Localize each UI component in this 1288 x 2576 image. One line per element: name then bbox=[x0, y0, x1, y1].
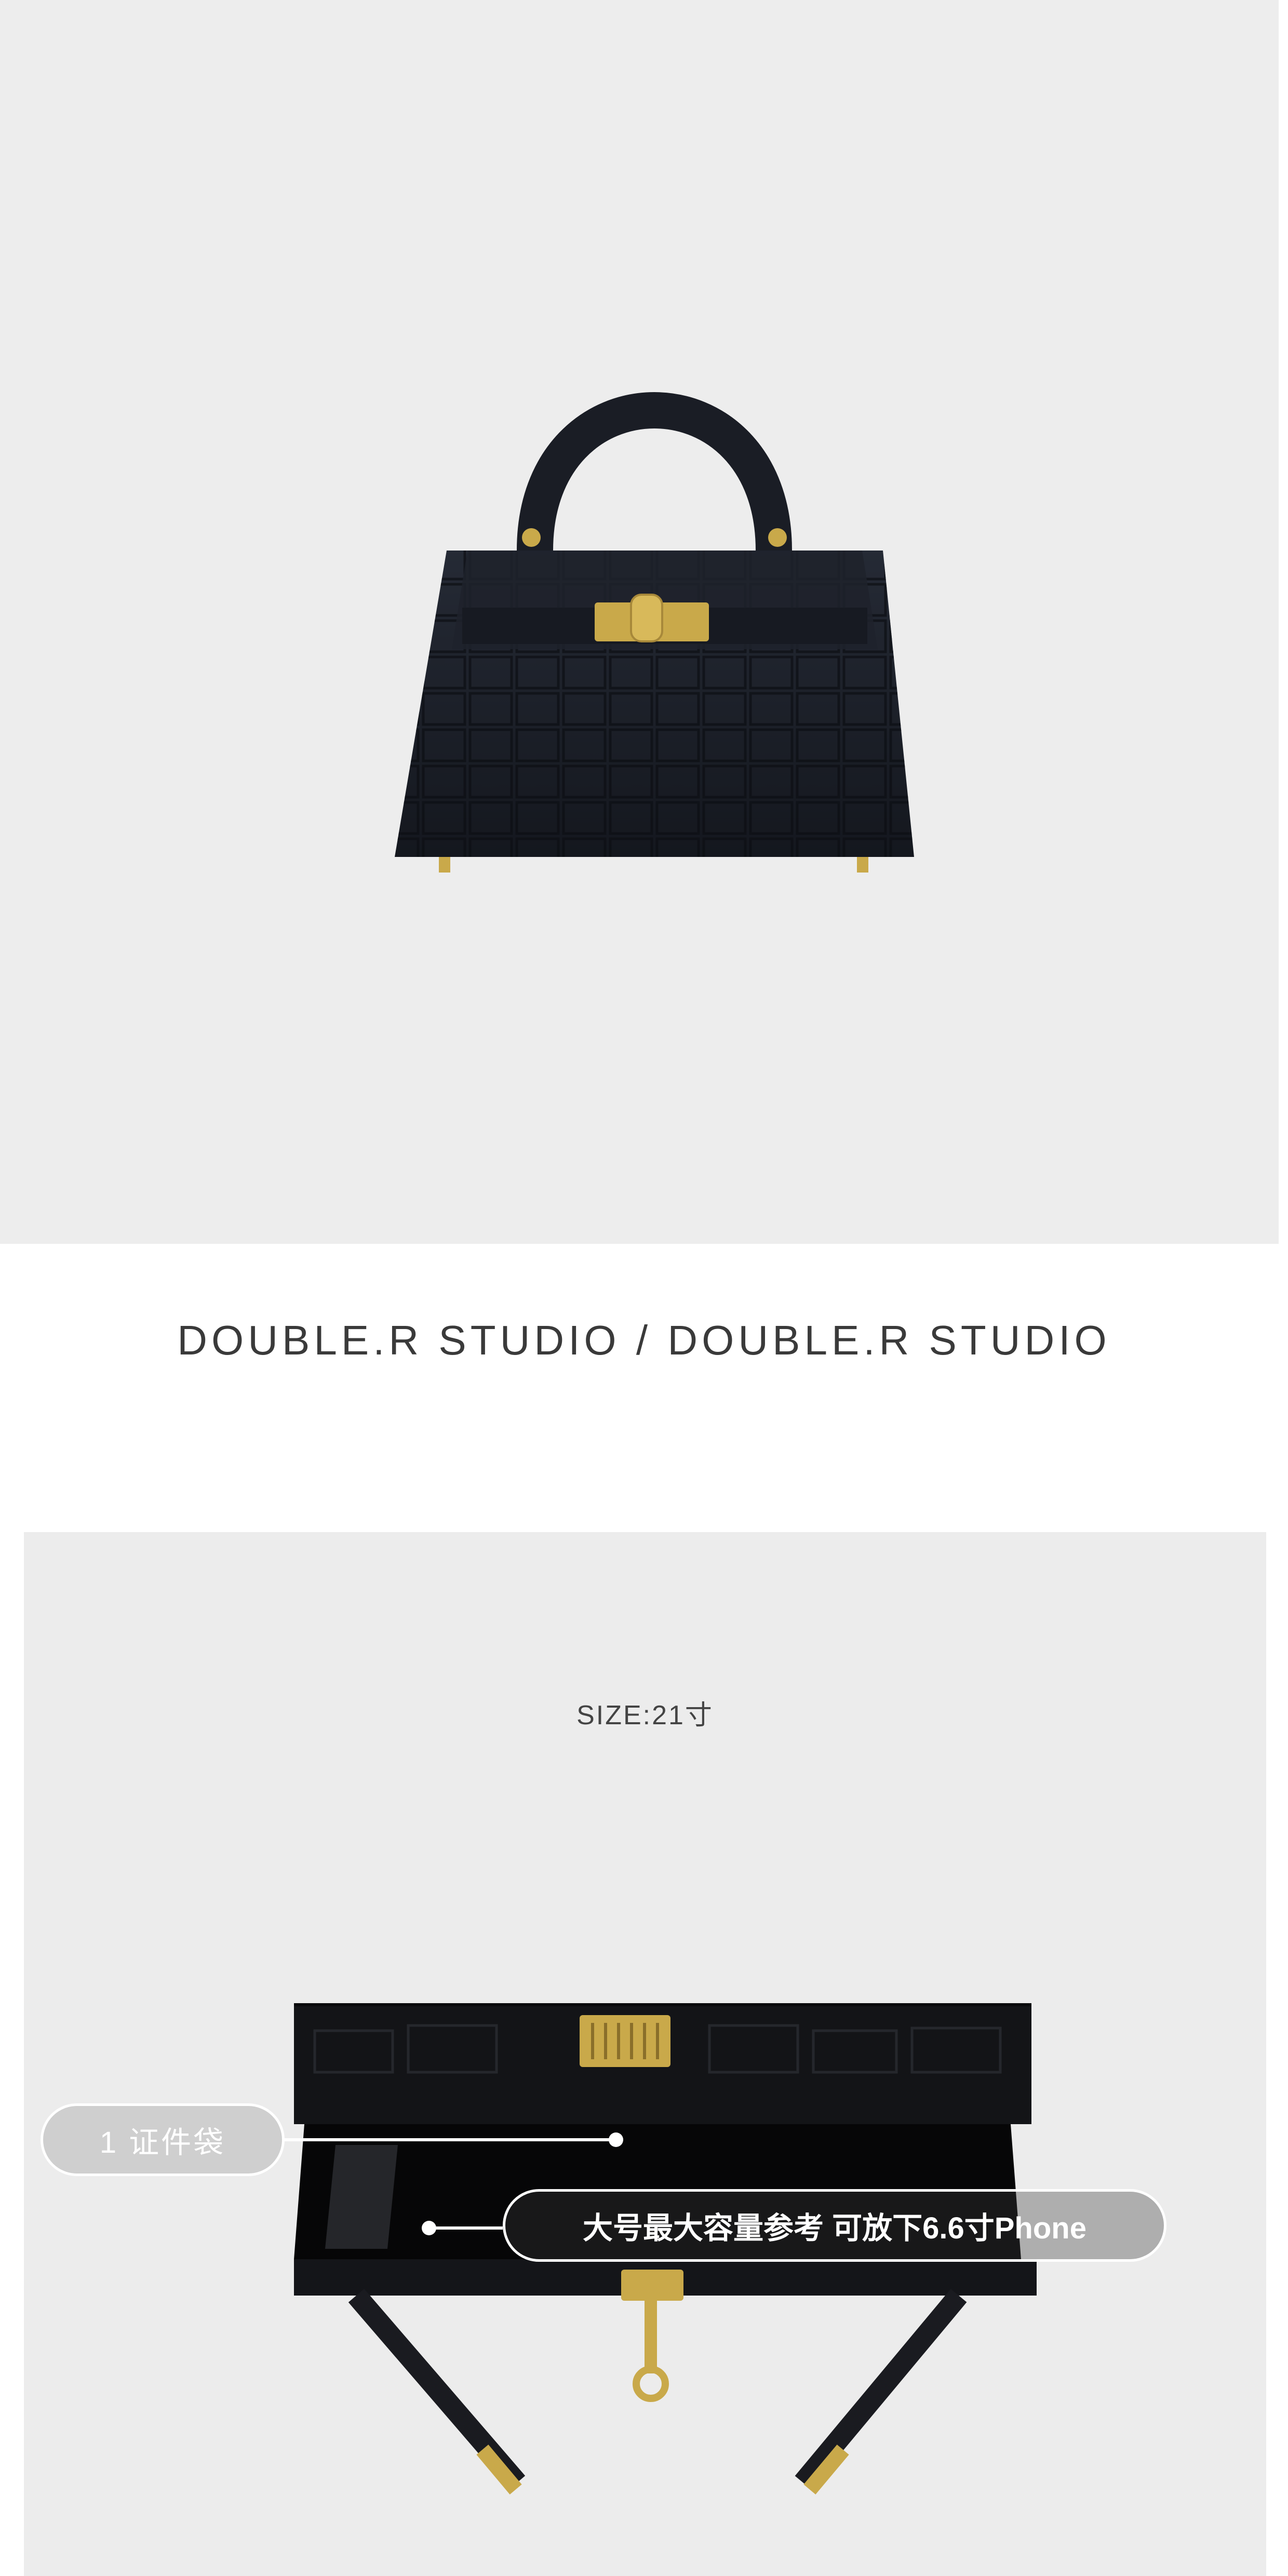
capacity-callout: 大号最大容量参考 可放下6.6寸Phone bbox=[503, 2189, 1166, 2262]
pouch-callout: 1 证件袋 bbox=[41, 2103, 285, 2176]
open-bag-illustration bbox=[284, 2003, 1037, 2494]
hero-product-photo bbox=[0, 0, 1279, 1244]
brand-title: DOUBLE.R STUDIO / DOUBLE.R STUDIO bbox=[177, 1317, 1111, 1363]
brand-band: DOUBLE.R STUDIO / DOUBLE.R STUDIO bbox=[0, 1244, 1288, 1532]
handbag-illustration bbox=[395, 392, 914, 873]
detail-section: SIZE:21寸 1 证件袋 大号最大容量参考 可放下6.6寸Phone bbox=[24, 1532, 1266, 2576]
